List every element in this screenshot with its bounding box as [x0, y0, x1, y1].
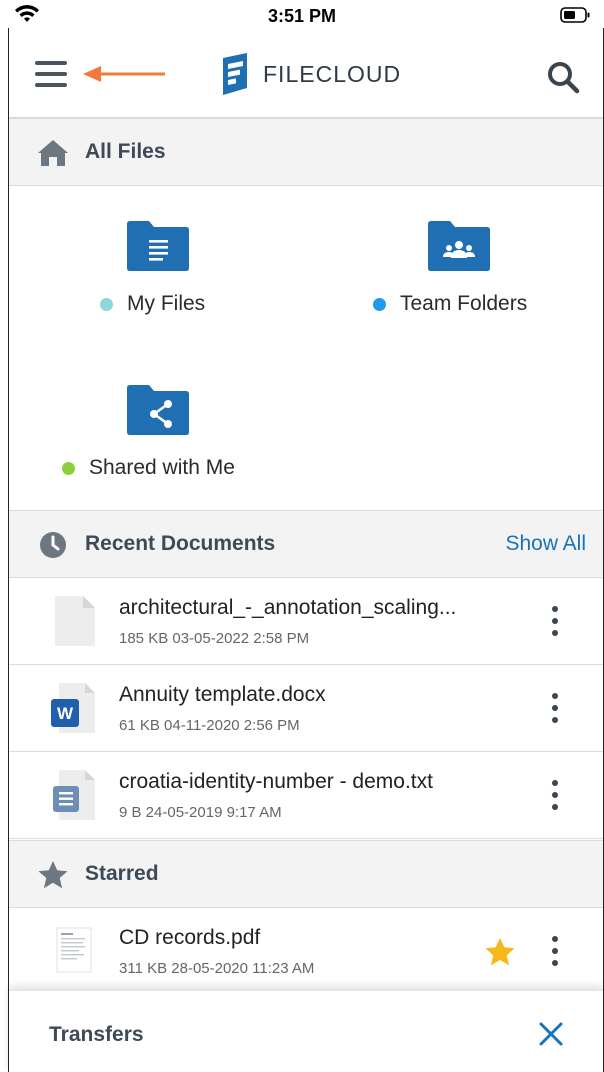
- word-file-icon: W: [51, 683, 95, 733]
- more-options-icon[interactable]: [550, 780, 560, 812]
- file-name: architectural_-_annotation_scaling...: [119, 596, 457, 619]
- transfers-title: Transfers: [49, 1023, 144, 1046]
- filecloud-logo: FILECLOUD: [219, 52, 401, 96]
- folder-label: Shared with Me: [89, 456, 235, 479]
- app-header: FILECLOUD: [9, 28, 604, 118]
- battery-icon: [560, 7, 590, 23]
- folder-doc-icon: [127, 221, 189, 271]
- file-meta: 311 KB 28-05-2020 11:23 AM: [119, 960, 315, 977]
- clock-icon: [40, 532, 66, 558]
- file-meta: 9 B 24-05-2019 9:17 AM: [119, 804, 282, 821]
- app-screen: 3:51 PM FILECLOUD All Files My Files Tea…: [0, 0, 604, 1072]
- folder-dot: [373, 297, 386, 311]
- arrow-annotation-icon: [83, 66, 165, 82]
- transfers-panel: Transfers: [9, 990, 604, 1072]
- status-time: 3:51 PM: [267, 6, 337, 26]
- starred-file-row[interactable]: CD records.pdf 311 KB 28-05-2020 11:23 A…: [9, 908, 604, 995]
- text-file-icon: [53, 770, 95, 820]
- filecloud-logo-icon: [223, 53, 247, 95]
- file-name: CD records.pdf: [119, 926, 261, 949]
- logo-text-bold: CLOUD: [315, 60, 402, 87]
- folder-grid: My Files Team Folders Shared with Me: [9, 186, 604, 510]
- folder-tile-my-files[interactable]: My Files: [9, 186, 307, 346]
- home-icon: [38, 140, 68, 166]
- recent-file-row[interactable]: croatia-identity-number - demo.txt 9 B 2…: [9, 752, 604, 839]
- show-all-link[interactable]: Show All: [505, 532, 586, 556]
- file-name: Annuity template.docx: [119, 683, 326, 706]
- folder-label: Team Folders: [400, 292, 528, 315]
- more-options-icon[interactable]: [550, 693, 560, 725]
- recent-file-row[interactable]: W Annuity template.docx 61 KB 04-11-2020…: [9, 665, 604, 752]
- logo-text-light: FILE: [263, 60, 316, 87]
- more-options-icon[interactable]: [550, 936, 560, 968]
- section-title-recent: Recent Documents: [85, 532, 276, 555]
- svg-text:W: W: [57, 704, 74, 723]
- menu-button[interactable]: [35, 61, 67, 87]
- star-section-icon: [38, 861, 68, 889]
- recent-file-row[interactable]: architectural_-_annotation_scaling... 18…: [9, 578, 604, 665]
- all-files-section[interactable]: All Files: [9, 118, 604, 186]
- close-icon[interactable]: [538, 1021, 564, 1047]
- file-meta: 61 KB 04-11-2020 2:56 PM: [119, 717, 300, 734]
- more-options-icon[interactable]: [550, 606, 560, 638]
- blank-file-icon: [55, 596, 95, 646]
- file-meta: 185 KB 03-05-2022 2:58 PM: [119, 630, 310, 647]
- folder-team-icon: [428, 221, 490, 271]
- pdf-thumbnail-icon: [56, 927, 92, 973]
- starred-section: Starred: [9, 840, 604, 908]
- recent-documents-section: Recent Documents Show All: [9, 510, 604, 578]
- search-icon[interactable]: [546, 60, 580, 94]
- section-title-all-files: All Files: [85, 140, 166, 163]
- folder-tile-shared-with-me[interactable]: Shared with Me: [9, 350, 307, 510]
- folder-tile-team-folders[interactable]: Team Folders: [307, 186, 604, 346]
- folder-share-icon: [127, 385, 189, 435]
- star-filled-icon[interactable]: [484, 936, 516, 968]
- status-bar: 3:51 PM: [0, 0, 604, 28]
- section-title-starred: Starred: [85, 862, 159, 885]
- folder-dot: [100, 297, 113, 311]
- file-name: croatia-identity-number - demo.txt: [119, 770, 433, 793]
- menu-icon: [35, 61, 67, 65]
- folder-label: My Files: [127, 292, 206, 315]
- folder-dot: [62, 461, 75, 475]
